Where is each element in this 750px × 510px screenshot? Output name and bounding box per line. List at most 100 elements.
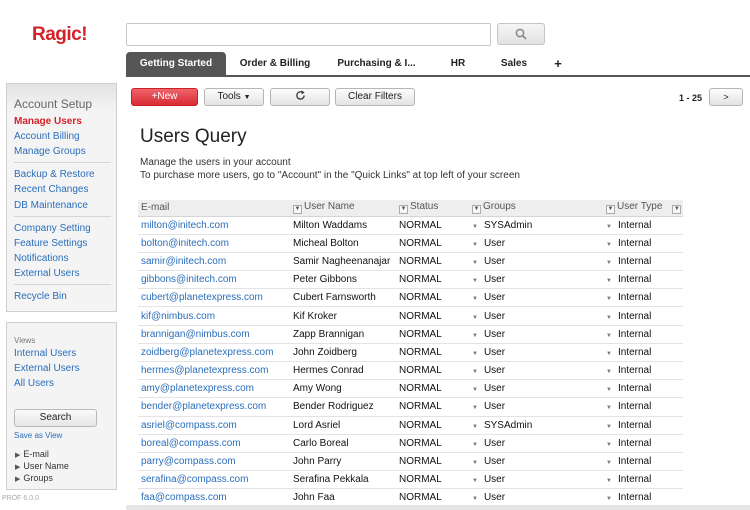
search-field-email[interactable]: ▶ E-mail — [15, 449, 49, 459]
caret-down-icon[interactable]: ▼ — [606, 387, 612, 393]
user-groups-cell[interactable]: ▼ User — [469, 325, 603, 344]
sidebar-item-db-maintenance[interactable]: DB Maintenance — [14, 200, 88, 211]
table-row[interactable]: boreal@compass.com Carlo Boreal NORMAL ▼ Use… — [138, 434, 683, 453]
sidebar-item-backup-restore[interactable]: Backup & Restore — [14, 169, 95, 180]
user-email-link[interactable]: cubert@planetexpress.com — [138, 288, 290, 308]
tools-button[interactable]: Tools ▼ — [204, 88, 264, 106]
sidebar-item-notifications[interactable]: Notifications — [14, 253, 68, 264]
table-row[interactable]: asriel@compass.com Lord Asriel NORMAL ▼ SYSA… — [138, 416, 683, 435]
caret-down-icon[interactable]: ▼ — [606, 405, 612, 411]
user-groups-cell[interactable]: ▼ User — [469, 379, 603, 399]
user-type-cell[interactable]: ▼ Internal — [603, 379, 683, 399]
caret-down-icon[interactable]: ▼ — [472, 260, 478, 266]
caret-down-icon[interactable]: ▼ — [472, 387, 478, 393]
user-email-link[interactable]: serafina@compass.com — [138, 470, 290, 490]
table-row[interactable]: bender@planetexpress.com Bender Rodriguez… — [138, 397, 683, 417]
new-button[interactable]: +New — [131, 88, 198, 106]
sidebar-item-manage-groups[interactable]: Manage Groups — [14, 146, 86, 157]
caret-down-icon[interactable]: ▼ — [472, 478, 478, 484]
caret-down-icon[interactable]: ▼ — [472, 278, 478, 284]
user-email-link[interactable]: brannigan@nimbus.com — [138, 325, 290, 344]
user-type-cell[interactable]: ▼ Internal — [603, 416, 683, 435]
view-all-users[interactable]: All Users — [14, 378, 54, 389]
caret-down-icon[interactable]: ▼ — [472, 442, 478, 448]
user-type-cell[interactable]: ▼ Internal — [603, 488, 683, 508]
caret-down-icon[interactable]: ▼ — [472, 296, 478, 302]
user-groups-cell[interactable]: ▼ User — [469, 452, 603, 472]
caret-down-icon[interactable]: ▼ — [606, 260, 612, 266]
tab-purchasing[interactable]: Purchasing & I... — [324, 52, 429, 76]
user-groups-cell[interactable]: ▼ User — [469, 252, 603, 272]
user-type-cell[interactable]: ▼ Internal — [603, 343, 683, 363]
user-groups-cell[interactable]: ▼ User — [469, 470, 603, 490]
user-email-link[interactable]: parry@compass.com — [138, 452, 290, 472]
caret-down-icon[interactable]: ▼ — [606, 333, 612, 339]
user-email-link[interactable]: faa@compass.com — [138, 488, 290, 508]
caret-down-icon[interactable]: ▼ — [606, 496, 612, 502]
caret-down-icon[interactable]: ▼ — [472, 405, 478, 411]
add-tab-button[interactable]: + — [541, 52, 575, 76]
column-header-groups[interactable]: ▼ Groups — [469, 200, 603, 217]
caret-down-icon[interactable]: ▼ — [472, 460, 478, 466]
user-groups-cell[interactable]: ▼ User — [469, 306, 603, 326]
caret-down-icon[interactable]: ▼ — [472, 315, 478, 321]
table-row[interactable]: kif@nimbus.com Kif Kroker NORMAL ▼ User ▼ Inte… — [138, 306, 683, 326]
user-groups-cell[interactable]: ▼ User — [469, 488, 603, 508]
table-row[interactable]: samir@initech.com Samir Nagheenanajar NORM… — [138, 252, 683, 272]
column-header-user-name[interactable]: ▼ User Name — [290, 200, 396, 217]
user-type-cell[interactable]: ▼ Internal — [603, 306, 683, 326]
view-external-users[interactable]: External Users — [14, 363, 80, 374]
table-row[interactable]: cubert@planetexpress.com Cubert Farnswort… — [138, 288, 683, 308]
user-type-cell[interactable]: ▼ Internal — [603, 288, 683, 308]
app-logo[interactable]: Ragic! — [32, 24, 88, 46]
column-header-email[interactable]: E-mail — [138, 200, 290, 217]
caret-down-icon[interactable]: ▼ — [606, 296, 612, 302]
user-type-cell[interactable]: ▼ Internal — [603, 397, 683, 417]
caret-down-icon[interactable]: ▼ — [472, 369, 478, 375]
user-email-link[interactable]: gibbons@initech.com — [138, 270, 290, 290]
caret-down-icon[interactable]: ▼ — [472, 496, 478, 502]
table-row[interactable]: amy@planetexpress.com Amy Wong NORMAL ▼ User… — [138, 379, 683, 399]
caret-down-icon[interactable]: ▼ — [472, 224, 478, 230]
user-email-link[interactable]: amy@planetexpress.com — [138, 379, 290, 399]
user-groups-cell[interactable]: ▼ User — [469, 343, 603, 363]
caret-down-icon[interactable]: ▼ — [472, 351, 478, 357]
column-header-status[interactable]: ▼ Status — [396, 200, 469, 217]
user-type-cell[interactable]: ▼ Internal — [603, 234, 683, 253]
sidebar-item-account-billing[interactable]: Account Billing — [14, 131, 80, 142]
next-page-button[interactable]: > — [709, 88, 743, 106]
caret-down-icon[interactable]: ▼ — [606, 205, 615, 215]
table-row[interactable]: parry@compass.com John Parry NORMAL ▼ User ▼ I… — [138, 452, 683, 472]
caret-down-icon[interactable]: ▼ — [606, 351, 612, 357]
caret-down-icon[interactable]: ▼ — [606, 424, 612, 430]
user-email-link[interactable]: samir@initech.com — [138, 252, 290, 272]
user-type-cell[interactable]: ▼ Internal — [603, 434, 683, 453]
caret-down-icon[interactable]: ▼ — [472, 333, 478, 339]
sidebar-item-recycle-bin[interactable]: Recycle Bin — [14, 291, 67, 302]
user-groups-cell[interactable]: ▼ User — [469, 397, 603, 417]
user-type-cell[interactable]: ▼ Internal — [603, 270, 683, 290]
caret-down-icon[interactable]: ▼ — [472, 205, 481, 215]
global-search-button[interactable] — [497, 23, 545, 45]
table-row[interactable]: hermes@planetexpress.com Hermes Conrad NOR… — [138, 361, 683, 381]
sidebar-item-company-setting[interactable]: Company Setting — [14, 223, 91, 234]
tab-sales[interactable]: Sales — [487, 52, 541, 76]
tab-order-billing[interactable]: Order & Billing — [226, 52, 324, 76]
caret-down-icon[interactable]: ▼ — [399, 205, 408, 215]
user-email-link[interactable]: bender@planetexpress.com — [138, 397, 290, 417]
sidebar-item-manage-users[interactable]: Manage Users — [14, 116, 82, 127]
search-field-user-name[interactable]: ▶ User Name — [15, 461, 69, 471]
user-email-link[interactable]: hermes@planetexpress.com — [138, 361, 290, 381]
tab-getting-started[interactable]: Getting Started — [126, 52, 226, 76]
caret-down-icon[interactable]: ▼ — [472, 242, 478, 248]
table-row[interactable]: bolton@initech.com Micheal Bolton NORMAL ▼ U… — [138, 234, 683, 253]
column-header-user-type[interactable]: ▼ User Type ▼ — [603, 200, 683, 217]
sidebar-search-button[interactable]: Search — [14, 409, 97, 427]
user-email-link[interactable]: boreal@compass.com — [138, 434, 290, 453]
table-row[interactable]: gibbons@initech.com Peter Gibbons NORMAL ▼ U… — [138, 270, 683, 290]
table-row[interactable]: zoidberg@planetexpress.com John Zoidberg N… — [138, 343, 683, 363]
caret-down-icon[interactable]: ▼ — [606, 278, 612, 284]
caret-down-icon[interactable]: ▼ — [606, 242, 612, 248]
table-row[interactable]: serafina@compass.com Serafina Pekkala NORM… — [138, 470, 683, 490]
user-groups-cell[interactable]: ▼ User — [469, 270, 603, 290]
